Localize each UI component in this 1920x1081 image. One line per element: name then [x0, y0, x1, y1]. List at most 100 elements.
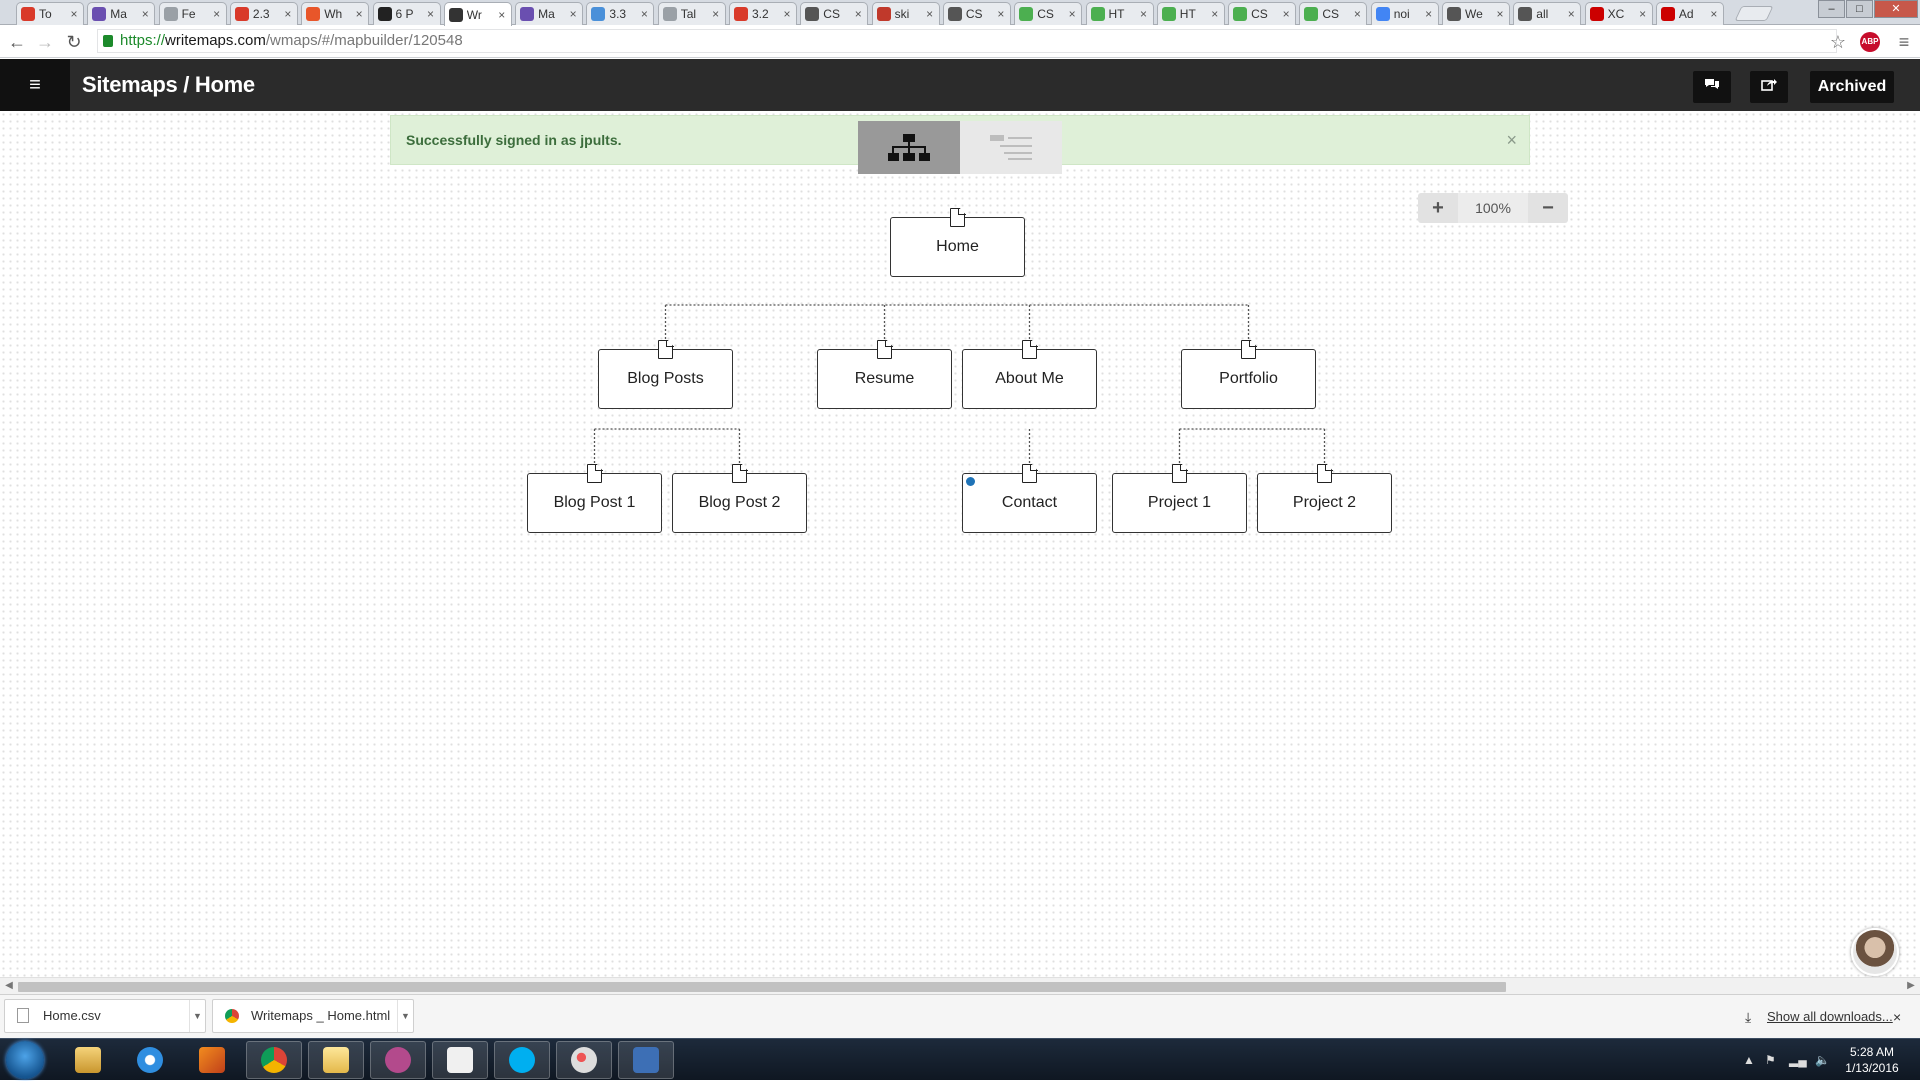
internet-explorer-icon[interactable] [122, 1041, 178, 1079]
tab-close-icon[interactable]: × [68, 7, 80, 21]
browser-tab[interactable]: CS × [1299, 2, 1368, 25]
browser-tab[interactable]: Tal × [657, 2, 726, 25]
browser-tab[interactable]: CS × [942, 2, 1011, 25]
sitemap-node-portfolio[interactable]: Portfolio [1181, 340, 1316, 409]
sitemap-node-home[interactable]: Home [890, 208, 1025, 277]
chevron-down-icon[interactable]: ▼ [397, 1000, 413, 1032]
tab-close-icon[interactable]: × [139, 7, 151, 21]
tab-close-icon[interactable]: × [1280, 7, 1292, 21]
tab-close-icon[interactable]: × [1138, 7, 1150, 21]
browser-tab[interactable]: 2.3 × [229, 2, 298, 25]
tab-close-icon[interactable]: × [353, 7, 365, 21]
folder-icon[interactable] [308, 1041, 364, 1079]
browser-tab[interactable]: Wr × [443, 2, 512, 26]
tab-close-icon[interactable]: × [852, 7, 864, 21]
browser-tab[interactable]: Ad × [1655, 2, 1724, 25]
scroll-right-icon[interactable]: ▶ [1904, 979, 1918, 993]
sitemap-node-blog-post-2[interactable]: Blog Post 2 [672, 464, 807, 533]
sitemap-node-project-1[interactable]: Project 1 [1112, 464, 1247, 533]
tab-close-icon[interactable]: × [638, 7, 650, 21]
browser-tab[interactable]: Fe × [158, 2, 227, 25]
tab-close-icon[interactable]: × [282, 7, 294, 21]
bookmark-star-icon[interactable]: ☆ [1827, 31, 1849, 53]
share-button[interactable] [1750, 71, 1788, 103]
tab-close-icon[interactable]: × [1637, 7, 1649, 21]
horizontal-scrollbar[interactable]: ◀ ▶ [0, 977, 1920, 994]
tab-close-icon[interactable]: × [211, 7, 223, 21]
browser-tab[interactable]: CS × [1014, 2, 1083, 25]
chrome-taskbar-icon[interactable] [246, 1041, 302, 1079]
volume-icon[interactable]: 🔈 [1815, 1053, 1830, 1067]
adblock-icon[interactable]: ABP [1860, 32, 1880, 52]
tray-expand-icon[interactable]: ▲ [1743, 1053, 1755, 1067]
user-avatar[interactable] [1851, 928, 1899, 976]
tab-close-icon[interactable]: × [924, 7, 936, 21]
start-button[interactable] [6, 1041, 44, 1079]
tab-close-icon[interactable]: × [1708, 7, 1720, 21]
tab-close-icon[interactable]: × [1423, 7, 1435, 21]
browser-tab[interactable]: Ma × [87, 2, 156, 25]
browser-tab[interactable]: 6 P × [372, 2, 441, 25]
browser-tab[interactable]: 3.3 × [586, 2, 655, 25]
sitemap-node-about-me[interactable]: About Me [962, 340, 1097, 409]
reload-icon[interactable]: ↻ [63, 31, 85, 53]
scroll-left-icon[interactable]: ◀ [2, 979, 16, 993]
sitemap-node-resume[interactable]: Resume [817, 340, 952, 409]
address-bar[interactable]: https://writemaps.com/wmaps/#/mapbuilder… [97, 29, 1837, 53]
sitemap-node-blog-post-1[interactable]: Blog Post 1 [527, 464, 662, 533]
back-icon[interactable]: ← [6, 31, 28, 53]
close-window-button[interactable]: ✕ [1874, 0, 1918, 18]
minimize-button[interactable]: – [1818, 0, 1845, 18]
tab-close-icon[interactable]: × [995, 7, 1007, 21]
menu-icon[interactable]: ≡ [1893, 31, 1915, 53]
browser-tab[interactable]: HT × [1156, 2, 1225, 25]
tab-close-icon[interactable]: × [425, 7, 437, 21]
logitech-icon[interactable] [432, 1041, 488, 1079]
network-icon[interactable]: ▂▄ [1789, 1053, 1807, 1067]
show-all-downloads-link[interactable]: ⤓ Show all downloads... [1745, 995, 1893, 1039]
tab-close-icon[interactable]: × [567, 7, 579, 21]
comments-button[interactable] [1693, 71, 1731, 103]
archived-button[interactable]: Archived [1810, 71, 1894, 103]
paint-icon[interactable] [556, 1041, 612, 1079]
clock[interactable]: 5:28 AM 1/13/2016 [1837, 1044, 1907, 1076]
browser-tab[interactable]: noi × [1370, 2, 1439, 25]
browser-tab[interactable]: ski × [871, 2, 940, 25]
sitemap-canvas[interactable]: Successfully signed in as jpults. × + 10… [0, 111, 1920, 977]
tab-close-icon[interactable]: × [1351, 7, 1363, 21]
skype-icon[interactable] [494, 1041, 550, 1079]
chevron-down-icon[interactable]: ▼ [189, 1000, 205, 1032]
browser-tab[interactable]: Wh × [301, 2, 370, 25]
sitemap-node-project-2[interactable]: Project 2 [1257, 464, 1392, 533]
browser-tab[interactable]: We × [1442, 2, 1510, 25]
browser-tab[interactable]: To × [16, 2, 84, 25]
hamburger-menu-icon[interactable]: ≡ [0, 59, 70, 111]
maximize-button[interactable]: □ [1846, 0, 1873, 18]
forward-icon[interactable]: → [34, 31, 56, 53]
tab-close-icon[interactable]: × [781, 7, 793, 21]
tab-close-icon[interactable]: × [1565, 7, 1577, 21]
download-item[interactable]: Home.csv ▼ [4, 999, 206, 1033]
browser-tab[interactable]: Ma × [515, 2, 584, 25]
browser-tab[interactable]: 3.2 × [729, 2, 797, 25]
browser-tab[interactable]: CS × [1228, 2, 1297, 25]
visual-studio-icon[interactable] [618, 1041, 674, 1079]
scrollbar-thumb[interactable] [18, 982, 1506, 992]
download-item[interactable]: Writemaps _ Home.html ▼ [212, 999, 414, 1033]
browser-tab[interactable]: HT × [1085, 2, 1154, 25]
sitemap-node-blog-posts[interactable]: Blog Posts [598, 340, 733, 409]
tab-close-icon[interactable]: × [1209, 7, 1221, 21]
file-explorer-icon[interactable] [60, 1041, 116, 1079]
goto-meeting-icon[interactable] [370, 1041, 426, 1079]
tab-close-icon[interactable]: × [1494, 7, 1506, 21]
new-tab-button[interactable] [1734, 6, 1774, 21]
sitemap-node-contact[interactable]: Contact [962, 464, 1097, 533]
browser-tab[interactable]: all × [1513, 2, 1582, 25]
action-center-icon[interactable]: ⚑ [1765, 1053, 1776, 1067]
browser-tab[interactable]: CS × [800, 2, 869, 25]
tab-close-icon[interactable]: × [496, 8, 508, 22]
browser-tab[interactable]: XC × [1584, 2, 1653, 25]
media-player-icon[interactable] [184, 1041, 240, 1079]
close-shelf-icon[interactable]: × [1893, 995, 1901, 1039]
tab-close-icon[interactable]: × [1066, 7, 1078, 21]
